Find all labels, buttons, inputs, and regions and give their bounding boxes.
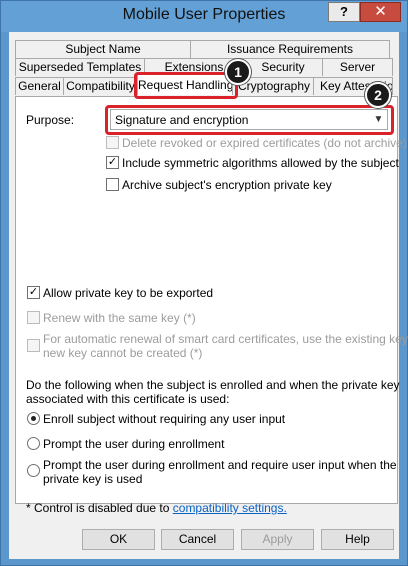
tab-compatibility[interactable]: Compatibility [63,77,138,95]
enroll-intro-line1: Do the following when the subject is enr… [26,378,400,392]
radio-prompt-require-input-line1: Prompt the user during enrollment and re… [43,458,397,472]
properties-window: Mobile User Properties ? ✕ Subject Name … [0,0,408,566]
callout-badge-2: 2 [365,82,391,108]
allow-export-checkbox[interactable]: ✓ [27,286,40,299]
tab-general[interactable]: General [15,77,64,95]
ok-button[interactable]: OK [82,529,155,550]
include-symmetric-label: Include symmetric algorithms allowed by … [122,156,399,170]
checkmark-icon: ✓ [28,286,39,298]
help-button[interactable]: Help [321,529,394,550]
enroll-intro-line2: associated with this certificate is used… [26,392,230,406]
tab-issuance-requirements[interactable]: Issuance Requirements [190,40,390,58]
smart-card-renewal-label-line2: new key cannot be created (*) [43,346,203,360]
tab-server[interactable]: Server [322,58,393,76]
radio-prompt-require-input[interactable] [27,464,40,477]
allow-export-label: Allow private key to be exported [43,286,214,300]
smart-card-renewal-checkbox[interactable] [27,339,40,352]
compatibility-footnote: * Control is disabled due to compatibili… [26,501,287,515]
request-handling-tab-highlight [134,72,238,99]
smart-card-renewal-label-line1: For automatic renewal of smart card cert… [43,332,408,346]
delete-revoked-checkbox[interactable] [106,136,119,149]
purpose-label: Purpose: [26,113,75,127]
radio-enroll-no-input[interactable] [27,412,40,425]
tab-security[interactable]: Security [243,58,323,76]
help-title-button[interactable]: ? [328,2,360,22]
dialog-client: Subject Name Issuance Requirements Super… [9,32,408,559]
tab-superseded-templates[interactable]: Superseded Templates [15,58,145,76]
footnote-text: * Control is disabled due to [26,501,173,515]
radio-prompt-require-input-line2: private key is used [43,472,143,486]
include-symmetric-checkbox[interactable]: ✓ [106,156,119,169]
apply-button[interactable]: Apply [241,529,314,550]
title-bar: Mobile User Properties ? ✕ [1,1,407,32]
radio-prompt-enrollment-label: Prompt the user during enrollment [43,437,225,451]
radio-prompt-enrollment[interactable] [27,437,40,450]
checkmark-icon: ✓ [107,156,118,168]
delete-revoked-label: Delete revoked or expired certificates (… [122,136,407,150]
tab-subject-name[interactable]: Subject Name [15,40,191,58]
archive-key-checkbox[interactable] [106,178,119,191]
radio-enroll-no-input-label: Enroll subject without requiring any use… [43,412,286,426]
purpose-dropdown-highlight [105,105,394,135]
cancel-button[interactable]: Cancel [161,529,234,550]
close-button[interactable]: ✕ [360,2,401,22]
callout-badge-1: 1 [225,59,251,85]
renew-same-key-checkbox[interactable] [27,311,40,324]
compatibility-settings-link[interactable]: compatibility settings. [173,501,287,515]
radio-selected-dot [31,416,36,421]
archive-key-label: Archive subject's encryption private key [122,178,332,192]
renew-same-key-label: Renew with the same key (*) [43,311,196,325]
